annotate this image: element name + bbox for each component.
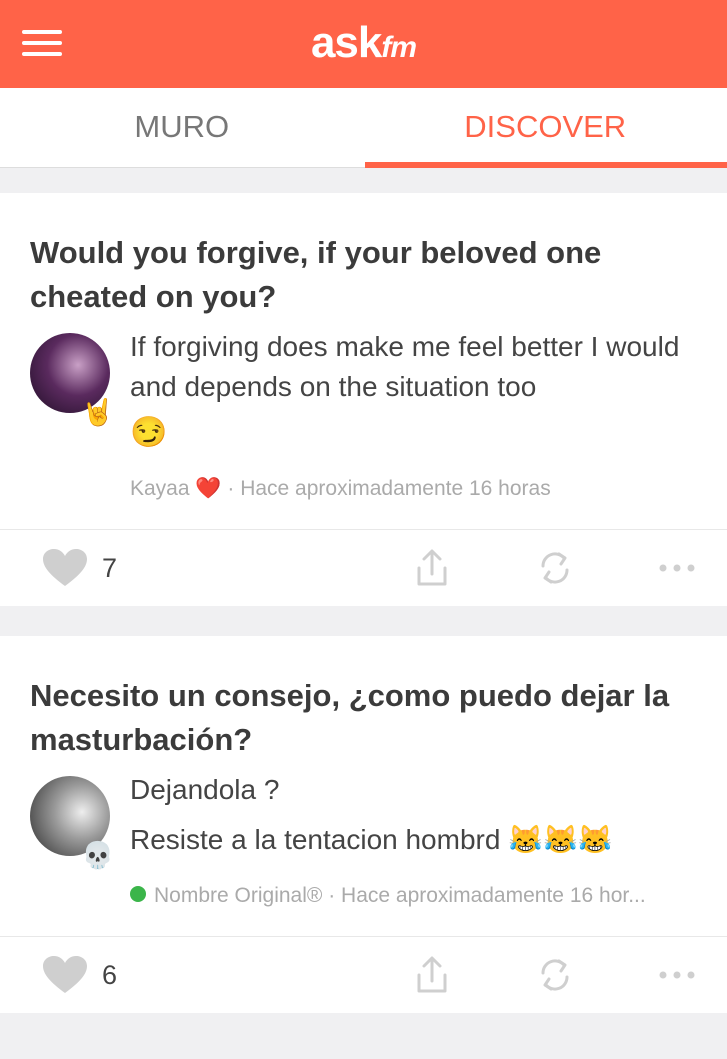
answer-text-line2: Resiste a la tentacion hombrd 😹😹😹 (130, 824, 613, 855)
share-icon (417, 549, 447, 586)
tab-muro[interactable]: MURO (0, 88, 364, 167)
like-count: 7 (102, 552, 118, 583)
author-name[interactable]: Nombre Original® (154, 884, 322, 907)
post-actions: 6 (0, 936, 727, 1013)
answer-emoji: 😏 (130, 416, 168, 449)
heart-icon (43, 549, 87, 586)
answer-text: If forgiving does make me feel better I … (130, 331, 680, 402)
like-button[interactable]: 7 (42, 548, 117, 588)
more-options-button[interactable] (657, 548, 697, 593)
app-header: askfm (0, 0, 727, 88)
skull-badge-icon: 💀 (81, 840, 114, 870)
post-card: Would you forgive, if your beloved one c… (0, 193, 727, 606)
active-tab-indicator (365, 162, 727, 168)
post-meta: Nombre Original® · Hace aproximadamente … (130, 876, 697, 916)
heart-icon (43, 956, 87, 993)
share-button[interactable] (413, 955, 451, 1000)
like-button[interactable]: 6 (42, 955, 117, 995)
question-text[interactable]: Necesito un consejo, ¿como puedo dejar l… (30, 674, 697, 762)
repost-icon (541, 959, 569, 991)
repost-button[interactable] (535, 955, 575, 1000)
tab-bar: MURO DISCOVER (0, 88, 727, 168)
avatar[interactable]: 🤘 (30, 333, 114, 427)
tab-discover[interactable]: DISCOVER (364, 88, 727, 167)
author-name[interactable]: Kayaa ❤️ (130, 477, 222, 500)
askfm-logo: askfm (310, 18, 417, 67)
share-icon (417, 956, 447, 993)
share-button[interactable] (413, 548, 451, 593)
repost-button[interactable] (535, 548, 575, 593)
rock-hand-badge-icon: 🤘 (81, 397, 114, 427)
more-dots-icon (659, 564, 695, 572)
feed: Would you forgive, if your beloved one c… (0, 168, 727, 1013)
post-time: · Hace aproximadamente 16 hor... (328, 884, 646, 907)
post-time: · Hace aproximadamente 16 horas (227, 477, 551, 500)
more-options-button[interactable] (657, 955, 697, 1000)
more-dots-icon (659, 971, 695, 979)
avatar[interactable]: 💀 (30, 776, 114, 870)
question-text[interactable]: Would you forgive, if your beloved one c… (30, 231, 697, 319)
online-status-icon (130, 886, 146, 903)
repost-icon (541, 552, 569, 584)
like-count: 6 (102, 959, 118, 990)
post-meta: Kayaa ❤️ · Hace aproximadamente 16 horas (130, 469, 697, 509)
answer-text: Dejandola ? (130, 774, 280, 805)
post-actions: 7 (0, 529, 727, 606)
post-card: Necesito un consejo, ¿como puedo dejar l… (0, 636, 727, 1013)
